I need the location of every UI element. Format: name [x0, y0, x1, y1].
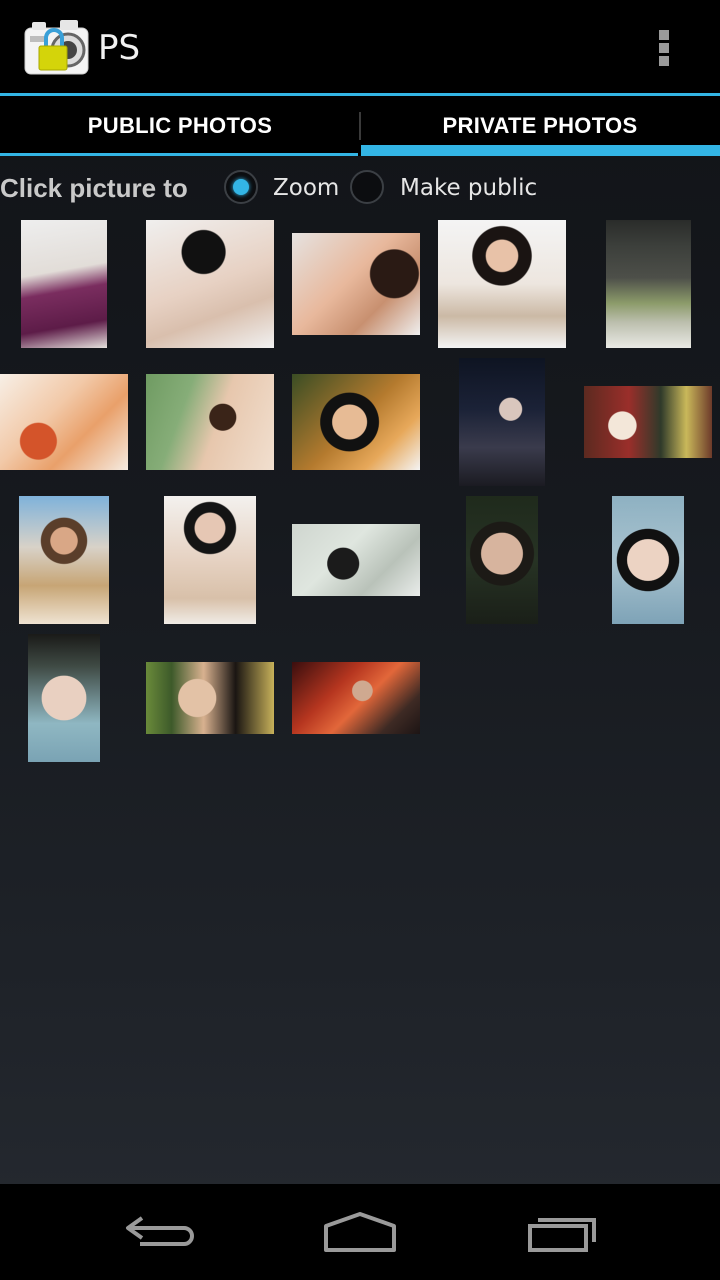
tab-indicator-active — [361, 145, 720, 156]
photo-thumbnail[interactable] — [584, 386, 712, 458]
photo-thumbnail[interactable] — [292, 662, 420, 734]
camera-lock-icon[interactable] — [24, 18, 90, 76]
tab-public-photos[interactable]: PUBLIC PHOTOS — [0, 96, 360, 156]
click-mode-row: Click picture to Zoom Make public — [0, 166, 720, 212]
overflow-menu-icon[interactable] — [650, 26, 678, 70]
photo-thumbnail[interactable] — [612, 496, 684, 624]
make-public-radio[interactable] — [350, 170, 384, 204]
photo-thumbnail[interactable] — [28, 634, 100, 762]
photo-thumbnail[interactable] — [146, 374, 274, 470]
photo-thumbnail[interactable] — [21, 220, 107, 348]
photo-thumbnail[interactable] — [164, 496, 256, 624]
photo-thumbnail[interactable] — [292, 233, 420, 335]
action-bar: PS — [0, 0, 720, 93]
photo-thumbnail[interactable] — [146, 220, 274, 348]
photo-thumbnail[interactable] — [606, 220, 691, 348]
tab-indicator-inactive — [0, 153, 358, 156]
navigation-bar — [0, 1184, 720, 1280]
click-mode-label: Click picture to — [0, 173, 188, 203]
photo-thumbnail[interactable] — [19, 496, 109, 624]
back-icon[interactable] — [120, 1210, 200, 1254]
photo-grid — [0, 212, 720, 772]
photo-thumbnail[interactable] — [292, 374, 420, 470]
app-title: PS — [98, 28, 141, 68]
photo-thumbnail[interactable] — [0, 374, 128, 470]
photo-thumbnail[interactable] — [459, 358, 545, 486]
zoom-radio-label[interactable]: Zoom — [273, 175, 339, 201]
make-public-radio-label[interactable]: Make public — [400, 175, 537, 201]
photo-thumbnail[interactable] — [292, 524, 420, 596]
tab-bar: PUBLIC PHOTOS PRIVATE PHOTOS — [0, 96, 720, 156]
photo-thumbnail[interactable] — [146, 662, 274, 734]
home-icon[interactable] — [320, 1210, 400, 1254]
photo-thumbnail[interactable] — [438, 220, 566, 348]
zoom-radio[interactable] — [224, 170, 258, 204]
photo-thumbnail[interactable] — [466, 496, 538, 624]
recents-icon[interactable] — [524, 1210, 604, 1254]
